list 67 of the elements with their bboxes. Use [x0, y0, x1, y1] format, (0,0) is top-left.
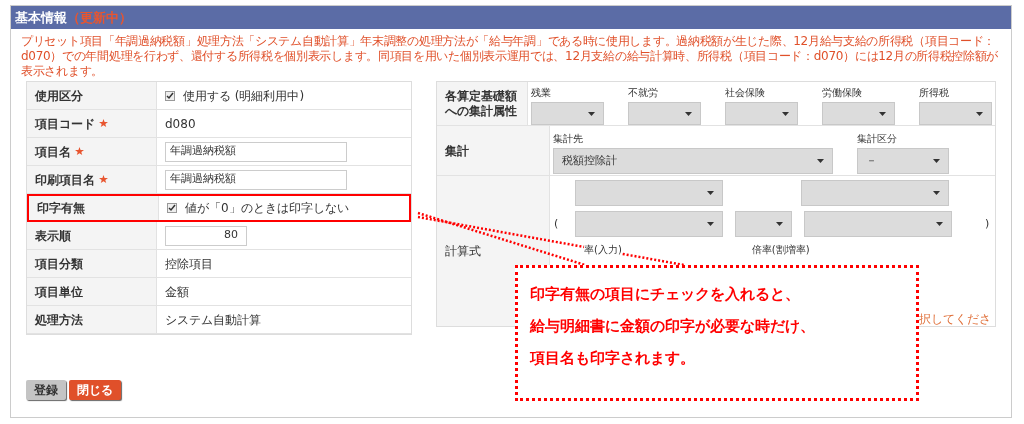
- field-label: 倍率(割増率): [751, 243, 810, 257]
- select-field[interactable]: [575, 180, 723, 206]
- value-text: システム自動計算: [165, 311, 261, 329]
- caret-icon: [707, 191, 714, 195]
- value-text: 金額: [165, 283, 189, 301]
- caret-icon: [936, 222, 943, 226]
- status-label: （更新中）: [67, 8, 132, 27]
- field-label: 計算式: [445, 243, 481, 260]
- field-label: 項目名: [35, 143, 71, 161]
- field-label: 表示順: [35, 227, 71, 245]
- field-label: 処理方法: [35, 311, 83, 329]
- field-label: 各算定基礎額への集計属性: [445, 88, 518, 119]
- value-text: d080: [165, 115, 196, 133]
- select-field[interactable]: [822, 102, 895, 125]
- select-field[interactable]: [575, 211, 723, 237]
- callout-text: 項目名も印字されます。: [530, 348, 696, 369]
- checkbox[interactable]: [165, 90, 175, 101]
- field-label: 印刷項目名: [35, 171, 95, 189]
- notice-text: プリセット項目「年調過納税額」処理方法「システム自動計算」年末調整の処理方法が「給与年調」である時に使用します。過納税額が生じた際、12月給与支給の所得税（項目コード：d070）での年間処理を行わず、還付する所得税を個別表示します。同項目を用いた個別表示運用では、12月支給の給与計算時、所得税（項目コード：d070）には12月の所得税控除額が表示されます。: [20, 33, 1000, 79]
- callout-text: 印字有無の項目にチェックを入れると、: [530, 284, 801, 305]
- select-label: 集計先: [553, 132, 584, 146]
- select-label: 所得税: [919, 86, 950, 100]
- field-label: 項目分類: [35, 255, 83, 273]
- select-label: 不就労: [628, 86, 659, 100]
- select-field[interactable]: [919, 102, 992, 125]
- field-label: 集計: [445, 142, 469, 160]
- caret-icon: [933, 191, 940, 195]
- select-label: 労働保険: [822, 86, 863, 100]
- select-field[interactable]: [801, 180, 949, 206]
- caret-icon: [976, 111, 983, 116]
- caret-icon: [707, 222, 714, 226]
- caret-icon: [782, 111, 789, 116]
- callout-text: 給与明細書に金額の印字が必要な時だけ、: [530, 316, 816, 337]
- input-field[interactable]: 年調過納税額: [165, 141, 347, 162]
- select-field[interactable]: －: [857, 148, 949, 174]
- caret-icon: [776, 222, 783, 226]
- caret-icon: [685, 111, 692, 116]
- parenthesis: (: [554, 215, 560, 232]
- caret-icon: [588, 111, 595, 116]
- select-field[interactable]: [725, 102, 798, 125]
- checkbox-label: 使用する (明細利用中): [183, 87, 305, 105]
- caret-icon: [933, 159, 940, 163]
- select-field[interactable]: 税額控除計: [553, 148, 833, 174]
- checkbox[interactable]: [167, 203, 177, 213]
- field-label: 使用区分: [35, 87, 83, 105]
- panel-title: 基本情報: [15, 8, 67, 27]
- field-label: 印字有無: [37, 200, 85, 217]
- number-field[interactable]: 80: [165, 225, 247, 246]
- select-label: 残業: [531, 86, 552, 100]
- select-field[interactable]: [804, 211, 952, 237]
- hint-text: 択してくださ: [919, 311, 991, 328]
- checkbox-label: 値が「0」のときは印字しない: [185, 200, 349, 217]
- select-field[interactable]: [735, 211, 792, 237]
- select-label: 社会保険: [725, 86, 766, 100]
- close-button[interactable]: 閉じる: [69, 380, 121, 400]
- field-label: 項目単位: [35, 283, 83, 301]
- field-label: 項目コード: [35, 115, 95, 133]
- caret-icon: [879, 111, 886, 116]
- register-button[interactable]: 登録: [26, 380, 66, 400]
- caret-icon: [817, 159, 824, 163]
- parenthesis: ): [985, 215, 990, 232]
- select-field[interactable]: [531, 102, 604, 125]
- value-text: 控除項目: [165, 255, 213, 273]
- select-label: 集計区分: [857, 132, 898, 146]
- field-label: 率(入力): [584, 242, 622, 257]
- select-field[interactable]: [628, 102, 701, 125]
- input-field[interactable]: 年調過納税額: [165, 169, 347, 190]
